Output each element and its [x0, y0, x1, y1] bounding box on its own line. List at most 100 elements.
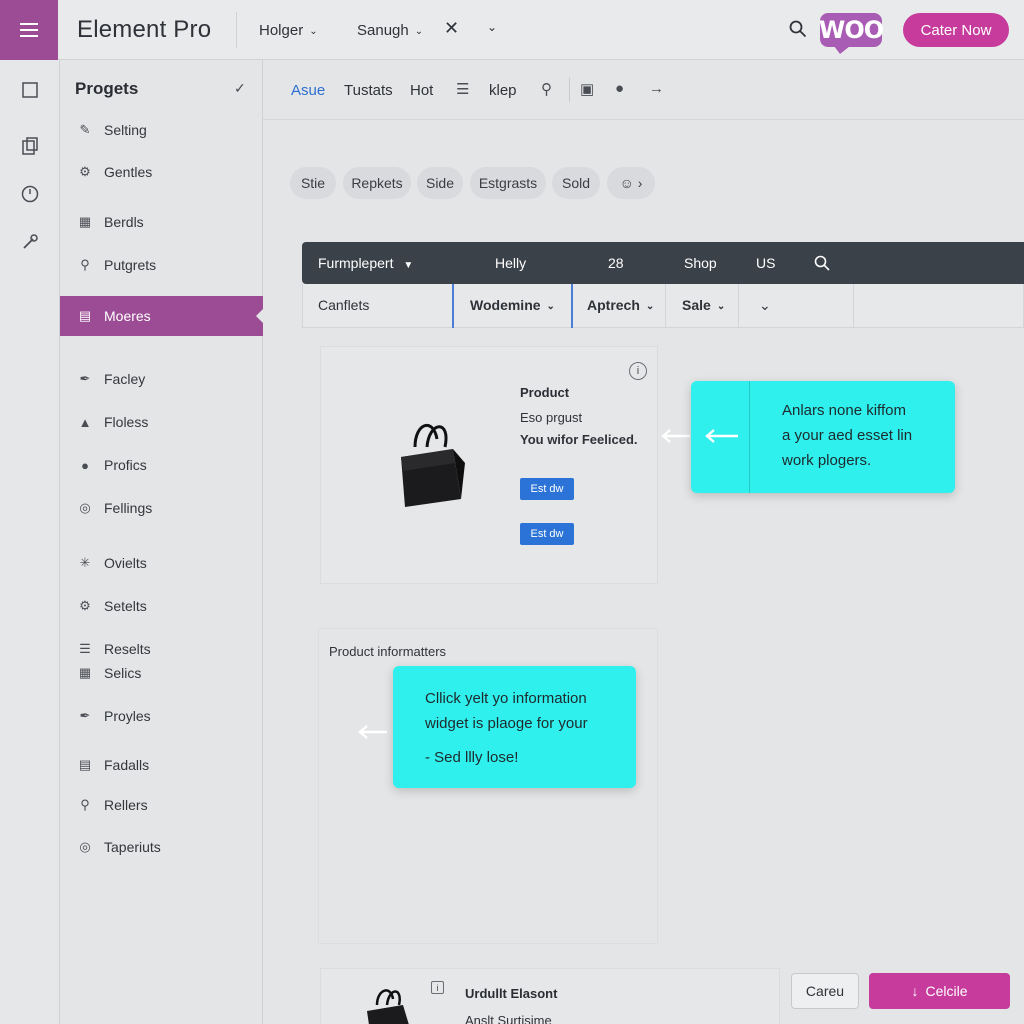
- chip-more[interactable]: ☺ ›: [607, 167, 655, 199]
- globe-icon: ◎: [79, 500, 91, 515]
- sidebar-item-fellings[interactable]: ◎ Fellings: [60, 495, 263, 521]
- filter-cell-helly[interactable]: Helly: [495, 255, 526, 271]
- chip-side[interactable]: Side: [417, 167, 463, 199]
- tab-tustats[interactable]: Tustats: [344, 82, 393, 99]
- menu-label: Holger: [259, 22, 304, 39]
- arrow-left-icon: [358, 725, 387, 739]
- filter-dropdown[interactable]: Furmplepert ▼: [318, 255, 413, 271]
- sidebar-item-facley[interactable]: ✒ Facley: [60, 366, 263, 392]
- sidebar-item-rellers[interactable]: ⚲ Rellers: [60, 792, 263, 818]
- search-icon: ⚲: [80, 797, 90, 812]
- edit-button[interactable]: Est dw: [520, 523, 574, 545]
- primary-action-button[interactable]: ↓ Celcile: [869, 973, 1010, 1009]
- filter-cell-number[interactable]: 28: [608, 255, 624, 271]
- menu-holger[interactable]: Holger ⌄: [259, 22, 318, 39]
- arrow-right-icon[interactable]: →: [649, 80, 664, 97]
- sidebar-item-moeres[interactable]: ▤ Moeres: [60, 296, 263, 336]
- pin-icon: ⚲: [80, 257, 90, 272]
- hamburger-menu-button[interactable]: [0, 0, 58, 60]
- sidebar-item-profics[interactable]: ● Profics: [60, 452, 263, 478]
- sidebar-heading: Progets: [75, 79, 139, 98]
- checkmark-icon[interactable]: ✓: [234, 80, 246, 97]
- menu-sanugh[interactable]: Sanugh ⌄: [357, 22, 423, 39]
- filter-bar: Furmplepert ▼ Helly 28 Shop US: [302, 242, 1024, 284]
- subbar-wodemine[interactable]: Wodemine ⌄: [470, 297, 555, 313]
- product-line: You wifor Feeliced.: [520, 432, 638, 447]
- sidebar-item-label: Setelts: [104, 598, 147, 614]
- sidebar-item-selting[interactable]: ✎ Selting: [60, 117, 263, 143]
- sidebar-item-putgrets[interactable]: ⚲ Putgrets: [60, 252, 263, 278]
- square-icon[interactable]: [20, 80, 40, 100]
- list-icon: ☰: [79, 641, 91, 656]
- subbar-label: Aptrech: [587, 297, 640, 313]
- product-card: Product Eso prgust You wifor Feeliced. E…: [320, 346, 658, 584]
- wrench-icon[interactable]: [20, 232, 40, 252]
- product-line: Eso prgust: [520, 410, 583, 425]
- tab-asue[interactable]: Asue: [291, 82, 325, 99]
- subbar-sale[interactable]: Sale ⌄: [682, 297, 725, 313]
- chip-sold[interactable]: Sold: [552, 167, 600, 199]
- chevron-down-icon: ⌄: [645, 301, 655, 312]
- chevron-down-icon: ⌄: [716, 301, 726, 312]
- sidebar-item-gentles[interactable]: ⚙ Gentles: [60, 159, 263, 185]
- chip-stie[interactable]: Stie: [290, 167, 336, 199]
- filter-dropdown-label: Furmplepert: [318, 255, 394, 271]
- filter-cell-us[interactable]: US: [756, 255, 775, 271]
- section-label: Product informatters: [329, 644, 447, 659]
- info-icon[interactable]: i: [629, 362, 647, 380]
- callout-line: Anlars none kiffom: [782, 402, 906, 419]
- subbar-aptrech[interactable]: Aptrech ⌄: [587, 297, 654, 313]
- subbar-label: Wodemine: [470, 297, 541, 313]
- bottom-product-card: i Urdullt Elasont Anslt Surtisime: [320, 968, 780, 1024]
- chevron-down-icon[interactable]: ⌄: [759, 297, 771, 314]
- sidebar-item-setelts[interactable]: ⚙ Setelts: [60, 593, 263, 619]
- chip-estgrasts[interactable]: Estgrasts: [470, 167, 546, 199]
- chip-repkets[interactable]: Repkets: [343, 167, 411, 199]
- search-icon[interactable]: [814, 255, 830, 271]
- tab-hot[interactable]: Hot: [410, 82, 433, 99]
- cancel-button[interactable]: Careu: [791, 973, 859, 1009]
- search-icon[interactable]: [789, 20, 807, 38]
- info-icon[interactable]: i: [431, 981, 444, 994]
- sidebar-item-floless[interactable]: ▲ Floless: [60, 409, 263, 435]
- clipboard-icon[interactable]: [20, 136, 40, 156]
- sidebar-item-label: Ovielts: [104, 555, 147, 571]
- sidebar-item-label: Gentles: [104, 164, 153, 180]
- chevron-down-icon[interactable]: ⌄: [487, 20, 497, 34]
- sidebar-item-label: Fellings: [104, 500, 153, 516]
- sidebar-item-ovielts[interactable]: ✳ Ovielts: [60, 550, 263, 576]
- chevron-down-icon: ⌄: [414, 26, 424, 37]
- pen-icon: ✒: [79, 708, 91, 723]
- close-icon[interactable]: ✕: [444, 18, 459, 39]
- table-icon: ▦: [78, 665, 92, 680]
- sidebar-item-berdls[interactable]: ▦ Berdls: [60, 209, 263, 235]
- key-icon[interactable]: ⚲: [541, 80, 552, 98]
- tooltip-callout: Cllick yelt yo information widget is pla…: [393, 666, 636, 788]
- user-icon[interactable]: ●: [615, 80, 624, 97]
- sidebar-item-fadalls[interactable]: ▤ Fadalls: [60, 752, 263, 778]
- edit-button[interactable]: Est dw: [520, 478, 574, 500]
- bag-image: [367, 989, 409, 1024]
- subbar-canflets[interactable]: Canflets: [318, 297, 369, 313]
- hamburger-icon: [20, 23, 38, 37]
- cater-now-button[interactable]: Cater Now: [903, 13, 1009, 47]
- grid-icon: ▦: [78, 214, 92, 229]
- list-icon[interactable]: ☰: [456, 80, 469, 98]
- callout-line: widget is plaoge for your: [425, 715, 588, 732]
- filter-cell-shop[interactable]: Shop: [684, 255, 717, 271]
- save-icon[interactable]: ▣: [580, 80, 594, 98]
- sidebar-item-reselts[interactable]: ☰ Reselts: [60, 636, 263, 662]
- emoji-icon: ☺: [619, 175, 634, 191]
- help-button[interactable]: klep: [489, 82, 517, 99]
- sidebar-item-taperiuts[interactable]: ◎ Taperiuts: [60, 834, 263, 860]
- brush-icon: ✒: [79, 371, 91, 386]
- icon-rail: [0, 60, 60, 1024]
- clock-icon[interactable]: [20, 184, 40, 204]
- sidebar-item-label: Berdls: [104, 214, 144, 230]
- sidebar-item-proyles[interactable]: ✒ Proyles: [60, 703, 263, 729]
- sidebar-item-selics[interactable]: ▦ Selics: [60, 660, 263, 686]
- divider: [738, 284, 739, 328]
- divider: [665, 284, 666, 328]
- tooltip-callout: Anlars none kiffom a your aed esset lin …: [691, 381, 955, 493]
- arrow-left-icon: [661, 429, 690, 443]
